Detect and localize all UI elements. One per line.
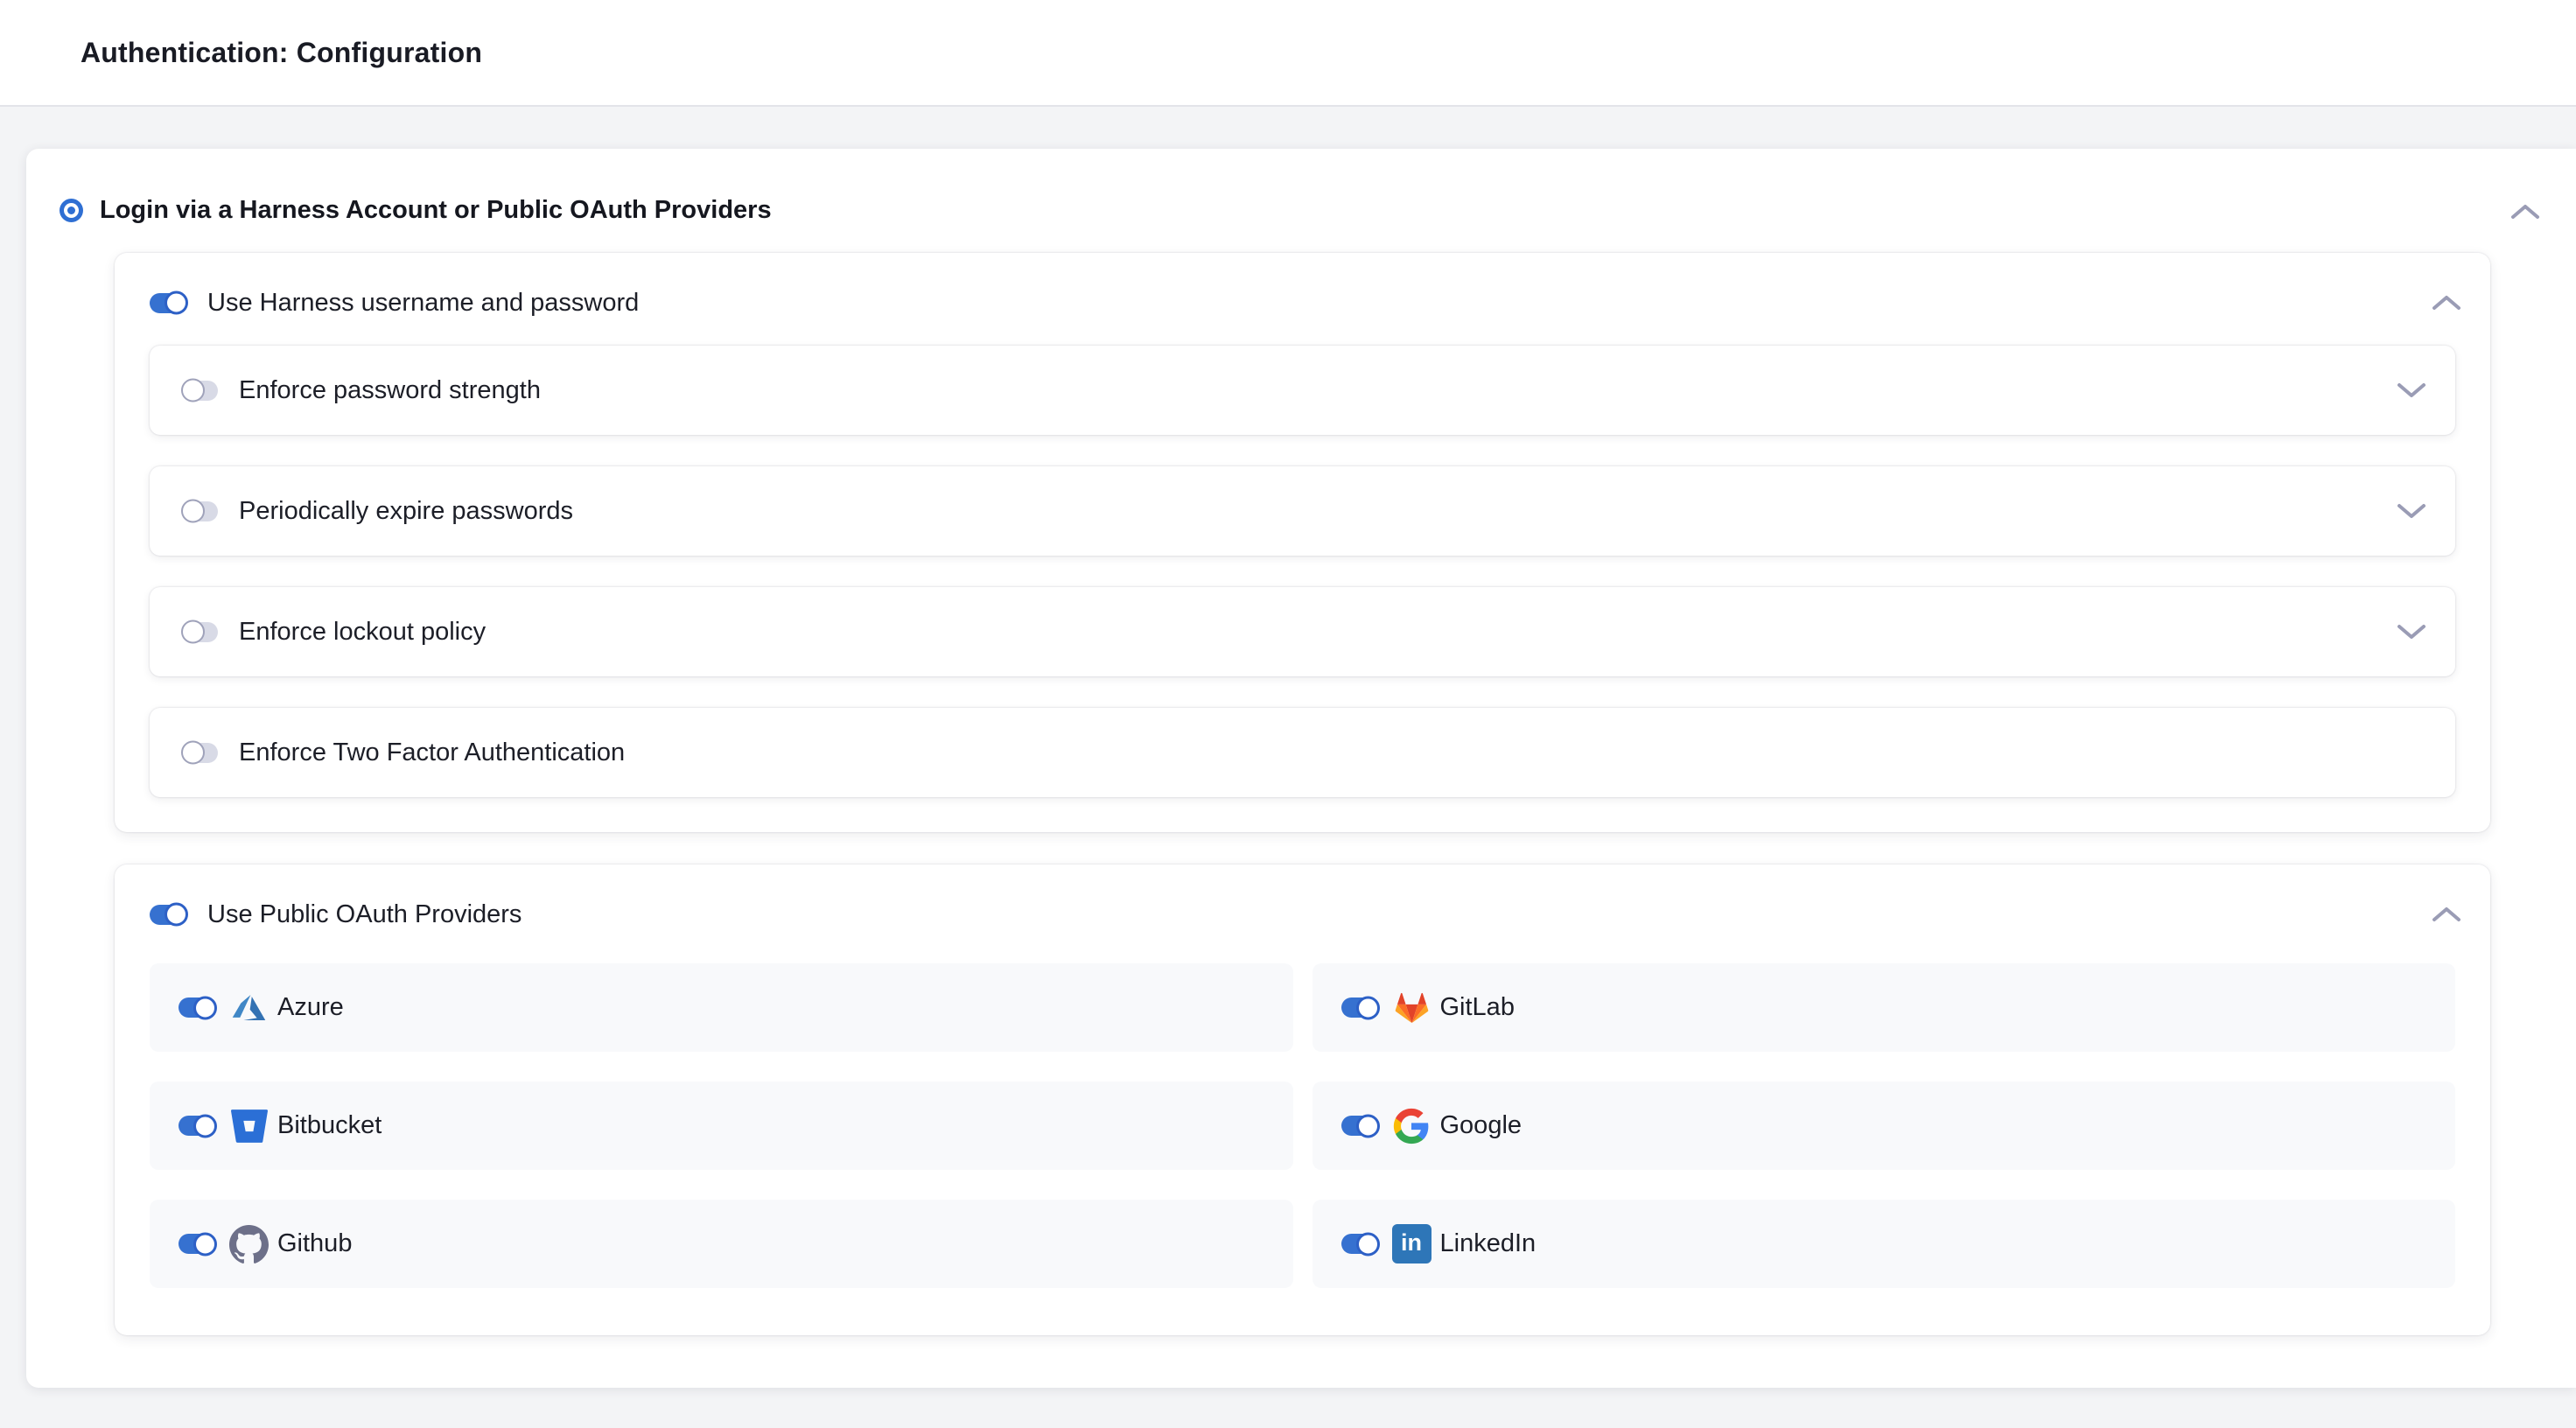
toggle-knob [181, 379, 205, 402]
toggle-use-harness-username-password[interactable] [150, 293, 186, 313]
toggle-use-public-oauth-providers[interactable] [150, 905, 186, 925]
row-periodically-expire-passwords: Periodically expire passwords [150, 466, 2455, 556]
public-oauth-providers-card: Use Public OAuth Providers Azure [115, 864, 2490, 1335]
harness-card-header: Use Harness username and password [150, 283, 2455, 323]
azure-icon [229, 988, 269, 1027]
toggle-azure[interactable] [178, 998, 215, 1018]
google-icon [1392, 1106, 1432, 1145]
toggle-knob [1356, 1232, 1380, 1256]
row-label: Enforce password strength [239, 376, 541, 405]
bitbucket-icon [229, 1106, 269, 1145]
toggle-knob [164, 291, 188, 315]
collapse-harness-chevron-up-icon[interactable] [2431, 294, 2462, 312]
provider-row-linkedin: in LinkedIn [1312, 1200, 2456, 1288]
row-enforce-two-factor-authentication: Enforce Two Factor Authentication [150, 708, 2455, 797]
toggle-enforce-lockout-policy[interactable] [183, 622, 218, 642]
page-header: Authentication: Configuration [0, 0, 2576, 107]
toggle-bitbucket[interactable] [178, 1116, 215, 1136]
expand-chevron-down-icon[interactable] [2396, 382, 2427, 399]
page-title: Authentication: Configuration [80, 37, 482, 69]
toggle-knob [1356, 1114, 1380, 1138]
provider-row-bitbucket: Bitbucket [150, 1082, 1293, 1170]
toggle-enforce-two-factor-authentication[interactable] [183, 743, 218, 763]
gitlab-icon [1392, 988, 1432, 1027]
provider-name: Bitbucket [277, 1111, 382, 1140]
login-section-header: Login via a Harness Account or Public OA… [26, 149, 2576, 225]
login-section-title: Login via a Harness Account or Public OA… [100, 196, 772, 225]
github-icon [229, 1224, 269, 1264]
toggle-github[interactable] [178, 1234, 215, 1254]
radio-login-harness-oauth[interactable] [60, 199, 83, 222]
toggle-gitlab[interactable] [1341, 998, 1378, 1018]
provider-name: Github [277, 1229, 352, 1258]
toggle-knob [193, 1114, 217, 1138]
toggle-knob [164, 903, 188, 927]
toggle-enforce-password-strength[interactable] [183, 381, 218, 401]
expand-chevron-down-icon[interactable] [2396, 623, 2427, 640]
oauth-card-header: Use Public OAuth Providers [150, 894, 2455, 934]
collapse-oauth-chevron-up-icon[interactable] [2431, 906, 2462, 923]
auth-mechanisms-card: Login via a Harness Account or Public OA… [26, 149, 2576, 1388]
toggle-knob [181, 500, 205, 523]
toggle-knob [181, 620, 205, 644]
content-area: Login via a Harness Account or Public OA… [0, 107, 2576, 1426]
row-label: Enforce lockout policy [239, 618, 486, 647]
toggle-knob [193, 996, 217, 1019]
row-label: Enforce Two Factor Authentication [239, 738, 625, 767]
expand-chevron-down-icon[interactable] [2396, 502, 2427, 520]
harness-toggle-label: Use Harness username and password [207, 289, 639, 318]
provider-row-github: Github [150, 1200, 1293, 1288]
toggle-knob [181, 741, 205, 765]
toggle-linkedin[interactable] [1341, 1234, 1378, 1254]
provider-name: LinkedIn [1440, 1229, 1536, 1258]
row-enforce-lockout-policy: Enforce lockout policy [150, 587, 2455, 676]
collapse-section-chevron-up-icon[interactable] [2510, 203, 2541, 220]
provider-row-google: Google [1312, 1082, 2456, 1170]
provider-name: Azure [277, 993, 344, 1022]
toggle-knob [193, 1232, 217, 1256]
provider-name: Google [1440, 1111, 1522, 1140]
toggle-knob [1356, 996, 1380, 1019]
oauth-toggle-label: Use Public OAuth Providers [207, 900, 522, 929]
toggle-periodically-expire-passwords[interactable] [183, 501, 218, 522]
row-label: Periodically expire passwords [239, 497, 573, 526]
provider-row-gitlab: GitLab [1312, 963, 2456, 1052]
provider-name: GitLab [1440, 993, 1515, 1022]
provider-row-azure: Azure [150, 963, 1293, 1052]
harness-username-password-card: Use Harness username and password Enforc… [115, 253, 2490, 832]
linkedin-icon: in [1392, 1224, 1432, 1264]
password-settings-list: Enforce password strength Periodically e… [150, 346, 2455, 797]
oauth-provider-grid: Azure G [150, 963, 2455, 1288]
row-enforce-password-strength: Enforce password strength [150, 346, 2455, 435]
toggle-google[interactable] [1341, 1116, 1378, 1136]
